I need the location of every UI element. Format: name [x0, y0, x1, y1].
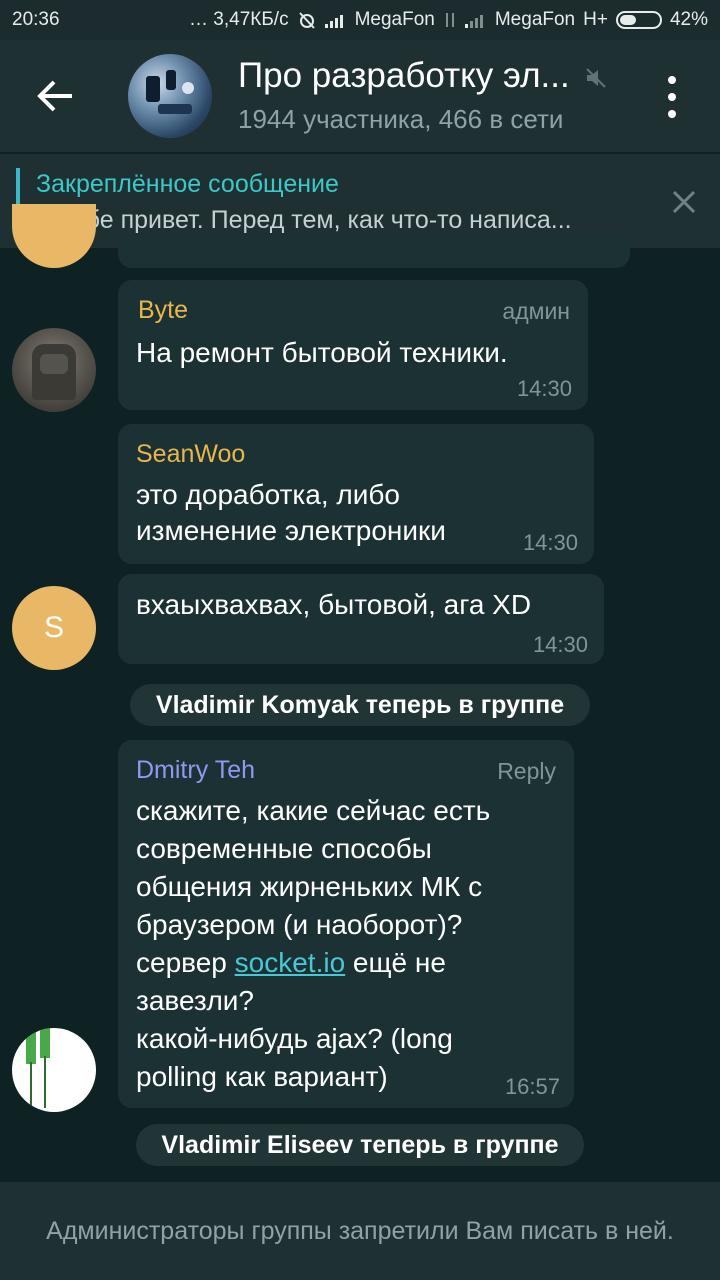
message-text-line: браузером (и наоборот)?: [136, 909, 463, 940]
message-text-line: polling как вариант): [136, 1061, 388, 1092]
status-time: 20:36: [12, 9, 60, 30]
message-text-line: сервер socket.io ещё не: [136, 944, 446, 982]
sender-name[interactable]: Dmitry Teh: [136, 756, 255, 785]
message-text: вхаыхвахвах, бытовой, ага XD: [136, 589, 532, 620]
message-time: 16:57: [504, 1074, 560, 1099]
message-bubble[interactable]: вхаыхвахвах, бытовой, ага XD 14:30: [118, 574, 604, 664]
message-text-line: скажите, какие сейчас есть: [136, 795, 491, 826]
pinned-text: И тебе привет. Перед тем, как что-то нап…: [36, 206, 572, 234]
message-bubble-partial[interactable]: [118, 236, 630, 268]
chat-header: Про разработку эл... 1944 участника, 466…: [0, 40, 720, 152]
avatar-letter: S: [43, 611, 64, 644]
data-transfer-icon: [445, 13, 454, 27]
service-message: Vladimir Eliseev теперь в группе: [136, 1124, 584, 1166]
status-bar: 20:36 … 3,47КБ/с MegaFon MegaFon H+ 42%: [0, 0, 720, 40]
pinned-title: Закреплённое сообщение: [36, 170, 339, 198]
message-time: 14:30: [522, 530, 578, 555]
avatar-dmitry[interactable]: [12, 1028, 96, 1112]
avatar-s[interactable]: S: [12, 586, 96, 670]
message-text-line: общения жирненьких МК с: [136, 871, 483, 902]
alarm-off-icon: [298, 12, 315, 29]
message-link[interactable]: socket.io: [235, 947, 346, 978]
chat-title[interactable]: Про разработку эл...: [238, 56, 570, 96]
message-text-line: это доработка, либо: [136, 479, 400, 510]
message-bubble[interactable]: Byte админ На ремонт бытовой техники. 14…: [118, 280, 588, 410]
sender-role: админ: [502, 298, 570, 324]
message-time: 14:30: [516, 376, 572, 401]
pinned-message[interactable]: Закреплённое сообщение И тебе привет. Пе…: [0, 154, 720, 248]
message-text-line: изменение электроники: [136, 515, 446, 546]
signal-icon: [324, 15, 343, 28]
message-text-line: современные способы: [136, 833, 432, 864]
battery-icon: [615, 11, 662, 29]
message-text-fragment: сервер: [136, 947, 235, 978]
status-speed: … 3,47КБ/с: [189, 9, 289, 30]
reply-label[interactable]: Reply: [497, 758, 556, 785]
message-text: На ремонт бытовой техники.: [136, 337, 508, 368]
signal-icon-2: [464, 15, 483, 28]
sender-name[interactable]: Byte: [138, 296, 188, 325]
write-restricted-notice: Администраторы группы запретили Вам писа…: [0, 1182, 720, 1280]
mute-icon: [586, 68, 606, 88]
sender-name[interactable]: SeanWoo: [136, 440, 245, 469]
status-battery: 42%: [669, 9, 708, 30]
message-text-line: завезли?: [136, 985, 255, 1016]
message-bubble[interactable]: Dmitry Teh Reply скажите, какие сейчас е…: [118, 740, 574, 1108]
group-avatar[interactable]: [128, 54, 212, 138]
status-carrier-2: MegaFon: [494, 9, 576, 30]
back-button[interactable]: [30, 74, 80, 118]
status-carrier-1: MegaFon: [354, 9, 435, 30]
message-text-fragment: ещё не: [345, 947, 446, 978]
service-message: Vladimir Komyak теперь в группе: [130, 684, 590, 726]
back-arrow-icon: [37, 80, 72, 112]
message-bubble[interactable]: SeanWoo это доработка, либо изменение эл…: [118, 424, 594, 564]
message-time: 14:30: [532, 632, 588, 657]
close-icon[interactable]: [668, 186, 700, 218]
avatar-byte[interactable]: [12, 328, 96, 412]
status-network: H+: [583, 9, 608, 30]
more-vert-icon[interactable]: [656, 76, 688, 118]
chat-subtitle: 1944 участника, 466 в сети: [238, 104, 564, 134]
avatar-partial[interactable]: [12, 204, 96, 268]
message-text-line: какой-нибудь ajax? (long: [136, 1023, 453, 1054]
